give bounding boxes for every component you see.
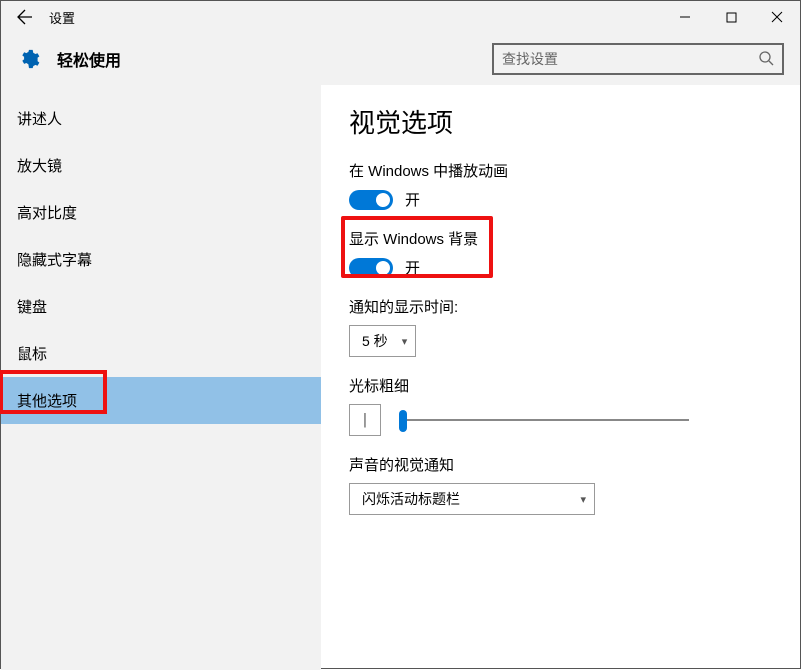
sidebar-item-label: 放大镜 [17, 155, 62, 176]
setting-label: 显示 Windows 背景 [349, 228, 800, 249]
toggle-background[interactable] [349, 258, 393, 278]
gear-icon [17, 47, 41, 71]
sidebar-item-label: 隐藏式字幕 [17, 249, 92, 270]
sidebar-item-magnifier[interactable]: 放大镜 [1, 142, 321, 189]
setting-background: 显示 Windows 背景 开 [349, 228, 800, 278]
sidebar-item-label: 讲述人 [17, 108, 62, 129]
content: 视觉选项 在 Windows 中播放动画 开 显示 Windows 背景 开 通… [321, 85, 800, 670]
close-icon [771, 11, 783, 23]
chevron-down-icon: ▾ [402, 335, 408, 348]
setting-animations: 在 Windows 中播放动画 开 [349, 160, 800, 210]
sidebar-item-high-contrast[interactable]: 高对比度 [1, 189, 321, 236]
minimize-icon [679, 11, 691, 23]
sidebar-item-other-options[interactable]: 其他选项 [1, 377, 321, 424]
sidebar: 讲述人 放大镜 高对比度 隐藏式字幕 键盘 鼠标 其他选项 [1, 85, 321, 670]
sidebar-item-label: 高对比度 [17, 202, 77, 223]
cursor-preview: | [349, 404, 381, 436]
minimize-button[interactable] [662, 1, 708, 33]
window-title: 设置 [49, 8, 75, 27]
dropdown-notification-duration[interactable]: 5 秒 ▾ [349, 325, 416, 357]
slider-thumb[interactable] [399, 410, 407, 432]
setting-label: 光标粗细 [349, 375, 800, 396]
dropdown-value: 5 秒 [362, 331, 388, 351]
search-placeholder: 查找设置 [502, 49, 758, 69]
sidebar-item-closed-captions[interactable]: 隐藏式字幕 [1, 236, 321, 283]
search-icon [758, 50, 774, 69]
titlebar: 设置 [1, 1, 800, 33]
setting-label: 通知的显示时间: [349, 296, 800, 317]
sidebar-item-narrator[interactable]: 讲述人 [1, 95, 321, 142]
setting-label: 声音的视觉通知 [349, 454, 800, 475]
maximize-button[interactable] [708, 1, 754, 33]
page-title: 视觉选项 [349, 103, 800, 140]
toggle-animations[interactable] [349, 190, 393, 210]
sidebar-item-label: 键盘 [17, 296, 47, 317]
sidebar-item-keyboard[interactable]: 键盘 [1, 283, 321, 330]
toggle-state: 开 [405, 257, 420, 278]
chevron-down-icon: ▾ [580, 493, 586, 506]
section-title: 轻松使用 [57, 47, 121, 71]
slider-track [399, 419, 689, 421]
setting-cursor-thickness: 光标粗细 | [349, 375, 800, 436]
dropdown-sound-visual[interactable]: 闪烁活动标题栏 ▾ [349, 483, 595, 515]
toggle-state: 开 [405, 189, 420, 210]
maximize-icon [726, 12, 737, 23]
setting-sound-visual: 声音的视觉通知 闪烁活动标题栏 ▾ [349, 454, 800, 515]
setting-label: 在 Windows 中播放动画 [349, 160, 800, 181]
dropdown-value: 闪烁活动标题栏 [362, 489, 460, 509]
search-input[interactable]: 查找设置 [492, 43, 784, 75]
back-arrow-icon [17, 9, 33, 25]
header: 轻松使用 查找设置 [1, 33, 800, 85]
back-button[interactable] [1, 1, 49, 33]
setting-notification-duration: 通知的显示时间: 5 秒 ▾ [349, 296, 800, 357]
sidebar-item-mouse[interactable]: 鼠标 [1, 330, 321, 377]
slider-cursor-thickness[interactable] [399, 408, 689, 432]
sidebar-item-label: 其他选项 [17, 390, 77, 411]
close-button[interactable] [754, 1, 800, 33]
sidebar-item-label: 鼠标 [17, 343, 47, 364]
